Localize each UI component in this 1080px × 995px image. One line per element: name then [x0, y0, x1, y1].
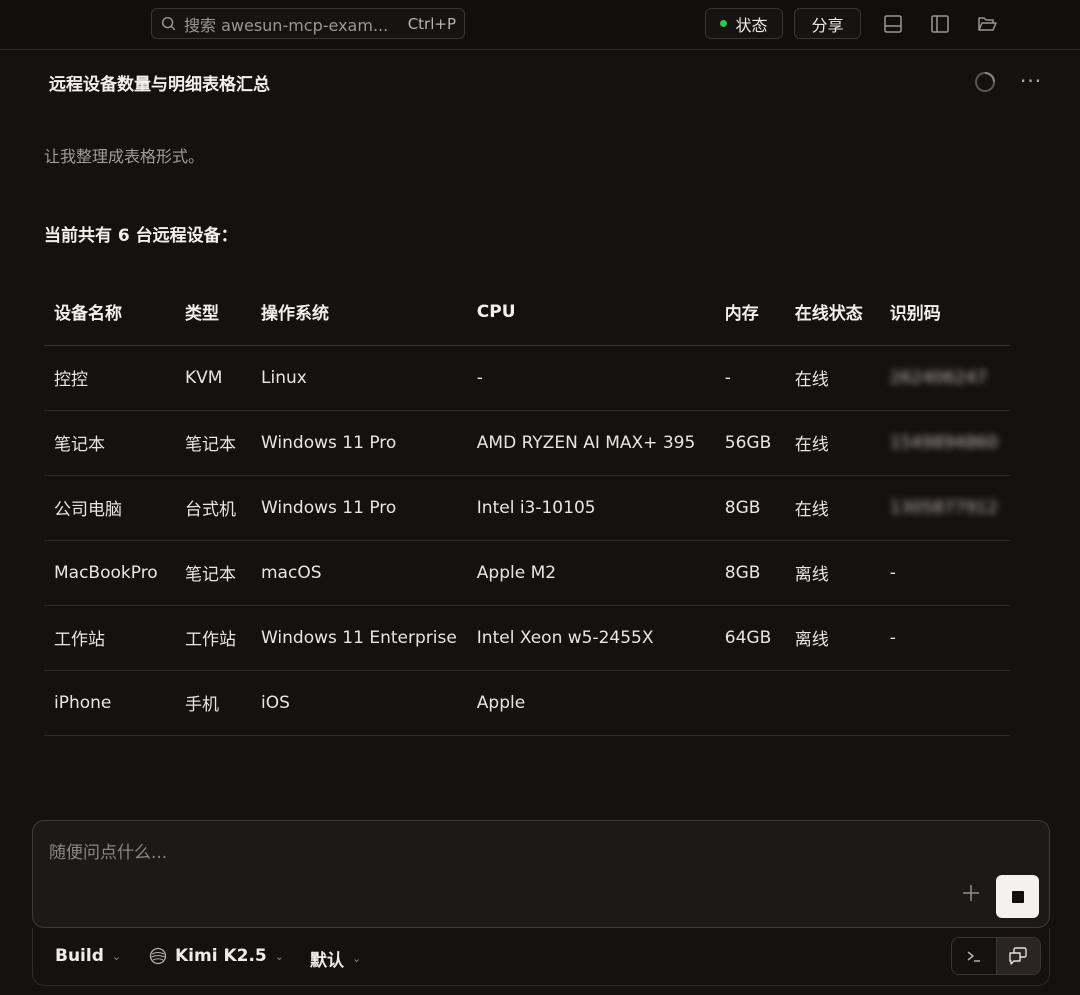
folder-open-icon[interactable] [976, 13, 998, 35]
cell-memory: 8GB [714, 475, 785, 541]
cell-memory [714, 670, 785, 736]
cell-memory: 56GB [714, 410, 785, 476]
more-icon[interactable]: ··· [1020, 69, 1042, 93]
terminal-mode-button[interactable] [952, 938, 996, 974]
cell-status [784, 670, 880, 736]
table-row: 控控 KVM Linux - - 在线 262406247 [44, 345, 1010, 411]
agent-label: Build [55, 946, 104, 966]
cell-id-code: 1549894860 [879, 410, 1010, 476]
cell-cpu: AMD RYZEN AI MAX+ 395 [466, 410, 715, 476]
search-text: 搜索 awesun-mcp-exam... [184, 15, 389, 35]
cell-device-name: iPhone [44, 670, 175, 736]
cell-id-code [879, 670, 1010, 736]
cell-device-name: 公司电脑 [44, 475, 175, 541]
table-row: 笔记本 笔记本 Windows 11 Pro AMD RYZEN AI MAX+… [44, 410, 1010, 476]
cell-status: 在线 [784, 410, 880, 476]
cell-memory: - [714, 345, 785, 411]
search-box[interactable]: 搜索 awesun-mcp-exam... Ctrl+P [151, 8, 465, 39]
chevron-down-icon: ⌄ [274, 949, 284, 963]
composer-placeholder[interactable]: 随便问点什么... [49, 838, 167, 863]
table-header-row: 设备名称 类型 操作系统 CPU 内存 在线状态 识别码 [44, 279, 1010, 346]
share-label: 分享 [811, 15, 844, 35]
cell-type: 台式机 [175, 475, 251, 541]
cell-device-name: 控控 [44, 345, 175, 411]
loading-spinner-icon [975, 72, 995, 92]
cell-type: 工作站 [175, 605, 251, 671]
stop-button[interactable] [996, 875, 1039, 918]
variant-selector[interactable]: 默认 ⌄ [310, 946, 361, 971]
terminal-icon [967, 951, 980, 962]
table-row: iPhone 手机 iOS Apple [44, 670, 1010, 736]
cell-os: Windows 11 Pro [251, 475, 467, 541]
cell-device-name: MacBookPro [44, 540, 175, 606]
header-os: 操作系统 [251, 279, 467, 346]
mode-toggle [951, 937, 1041, 975]
cell-id-code: - [879, 540, 1010, 606]
cell-cpu: Apple [466, 670, 715, 736]
status-label: 状态 [735, 15, 768, 35]
model-selector[interactable]: Kimi K2.5 ⌄ [149, 946, 284, 966]
header-memory: 内存 [714, 279, 785, 346]
cell-type: KVM [175, 345, 251, 411]
header-device-name: 设备名称 [44, 279, 175, 346]
cell-type: 笔记本 [175, 540, 251, 606]
cell-os: iOS [251, 670, 467, 736]
cell-status: 在线 [784, 345, 880, 411]
composer-toolbar: Build ⌄ Kimi K2.5 ⌄ 默认 ⌄ [32, 928, 1050, 986]
cell-cpu: Intel Xeon w5-2455X [466, 605, 715, 671]
chevron-down-icon: ⌄ [111, 949, 122, 963]
cell-id-code: - [879, 605, 1010, 671]
top-bar: 搜索 awesun-mcp-exam... Ctrl+P 状态 分享 [0, 0, 1080, 50]
panel-left-icon[interactable] [929, 13, 951, 35]
cell-os: Windows 11 Pro [251, 410, 467, 476]
status-dot [720, 20, 728, 27]
device-table: 设备名称 类型 操作系统 CPU 内存 在线状态 识别码 控控 KVM Linu… [44, 279, 1010, 736]
variant-label: 默认 [310, 951, 344, 971]
table-row: 公司电脑 台式机 Windows 11 Pro Intel i3-10105 8… [44, 475, 1010, 541]
table-row: MacBookPro 笔记本 macOS Apple M2 8GB 离线 - [44, 540, 1010, 606]
header-cpu: CPU [466, 279, 715, 346]
share-button[interactable]: 分享 [794, 8, 861, 39]
cell-os: Windows 11 Enterprise [251, 605, 467, 671]
stop-icon [1011, 890, 1024, 903]
cell-id-code: 262406247 [879, 345, 1010, 411]
agent-selector[interactable]: Build ⌄ [55, 946, 121, 966]
cell-type: 笔记本 [175, 410, 251, 476]
conversation-title: 远程设备数量与明细表格汇总 [49, 75, 270, 95]
cell-os: Linux [251, 345, 467, 411]
model-label: Kimi K2.5 [175, 946, 267, 966]
cell-cpu: Apple M2 [466, 540, 715, 606]
search-icon [161, 16, 176, 30]
cell-type: 手机 [175, 670, 251, 736]
intro-text: 让我整理成表格形式。 [44, 147, 205, 166]
cell-status: 在线 [784, 475, 880, 541]
chevron-down-icon: ⌄ [352, 952, 362, 965]
plus-icon[interactable] [959, 881, 983, 905]
status-button[interactable]: 状态 [705, 8, 783, 39]
table-row: 工作站 工作站 Windows 11 Enterprise Intel Xeon… [44, 605, 1010, 671]
cell-device-name: 工作站 [44, 605, 175, 671]
chat-icon [1009, 947, 1027, 965]
cell-id-code: 1305877912 [879, 475, 1010, 541]
chat-mode-button[interactable] [995, 938, 1040, 974]
cell-status: 离线 [784, 605, 880, 671]
model-icon [149, 947, 167, 965]
cell-cpu: - [466, 345, 715, 411]
search-shortcut: Ctrl+P [407, 14, 456, 33]
cell-os: macOS [251, 540, 467, 606]
header-online-status: 在线状态 [784, 279, 880, 346]
cell-cpu: Intel i3-10105 [466, 475, 715, 541]
cell-memory: 64GB [714, 605, 785, 671]
header-type: 类型 [175, 279, 251, 346]
header-id-code: 识别码 [879, 279, 1010, 346]
device-count-text: 当前共有 6 台远程设备： [44, 226, 238, 246]
cell-device-name: 笔记本 [44, 410, 175, 476]
panel-bottom-icon[interactable] [882, 13, 904, 35]
cell-memory: 8GB [714, 540, 785, 606]
message-composer[interactable]: 随便问点什么... [32, 820, 1050, 928]
conversation-header: 远程设备数量与明细表格汇总 ··· [0, 51, 1080, 113]
cell-status: 离线 [784, 540, 880, 606]
